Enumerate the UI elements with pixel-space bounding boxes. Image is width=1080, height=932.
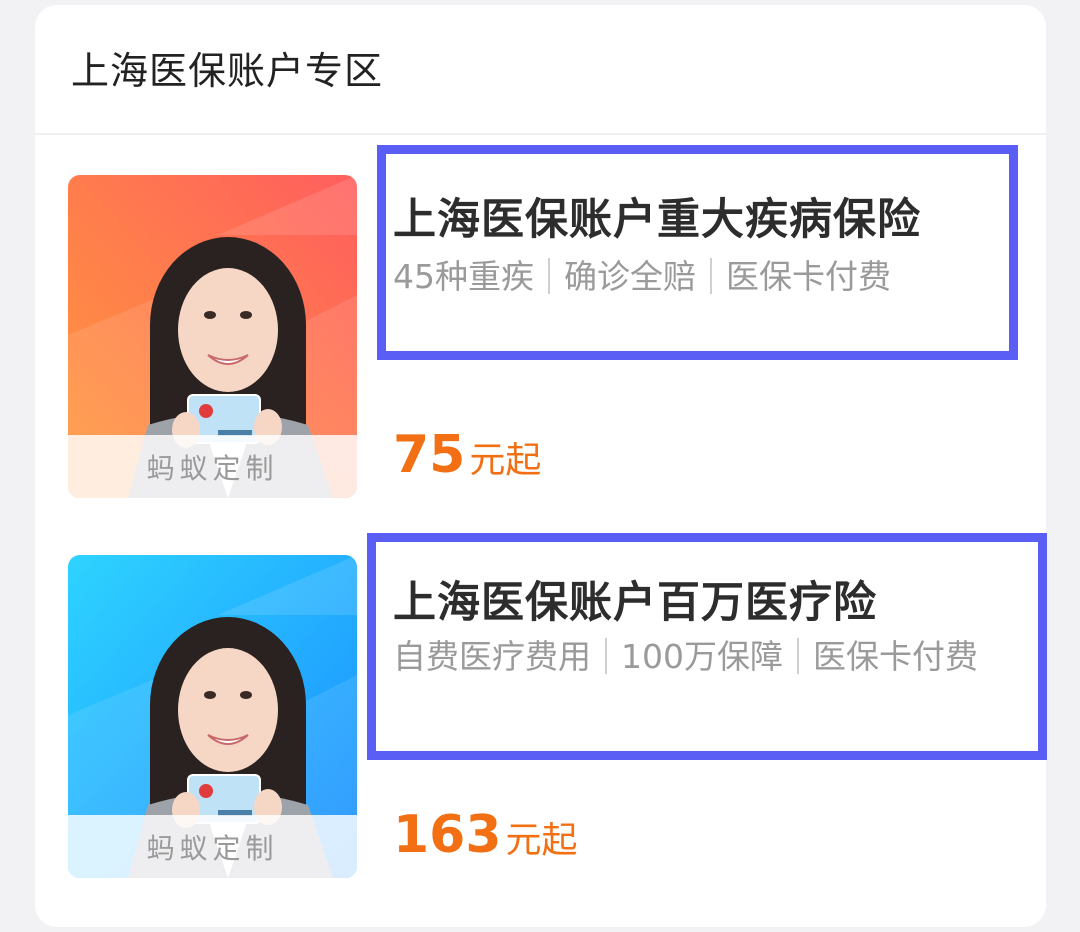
divider xyxy=(35,133,1046,135)
brand-badge: 蚂蚁定制 xyxy=(68,815,357,878)
feature-tag: 自费医疗费用 xyxy=(393,637,591,676)
product-title[interactable]: 上海医保账户百万医疗险 xyxy=(393,568,877,630)
feature-tag: 确诊全赔 xyxy=(564,257,696,296)
product-price: 75 元起 xyxy=(393,425,541,485)
feature-tag: 医保卡付费 xyxy=(726,257,891,296)
product-features: 45种重疾 确诊全赔 医保卡付费 xyxy=(393,255,993,299)
price-value: 163 xyxy=(393,805,502,865)
feature-tag: 医保卡付费 xyxy=(813,637,978,676)
feature-separator xyxy=(797,638,799,674)
product-price: 163 元起 xyxy=(393,805,578,865)
brand-label: 蚂蚁定制 xyxy=(146,831,279,865)
product-thumbnail[interactable]: 蚂蚁定制 xyxy=(68,555,357,878)
brand-label: 蚂蚁定制 xyxy=(146,451,279,485)
section-title: 上海医保账户专区 xyxy=(71,49,384,93)
price-value: 75 xyxy=(393,425,466,485)
product-features: 自费医疗费用 100万保障 医保卡付费 xyxy=(393,635,1033,679)
feature-separator xyxy=(548,258,550,294)
feature-separator xyxy=(710,258,712,294)
product-item-million-medical[interactable]: 蚂蚁定制 上海医保账户百万医疗险 自费医疗费用 100万保障 医保卡付费 163 元起 xyxy=(35,525,1047,878)
feature-separator xyxy=(605,638,607,674)
product-title[interactable]: 上海医保账户重大疾病保险 xyxy=(393,185,921,247)
feature-tag: 100万保障 xyxy=(621,637,783,676)
price-unit: 元起 xyxy=(469,440,542,481)
brand-badge: 蚂蚁定制 xyxy=(68,435,357,498)
insurance-zone-card: 上海医保账户专区 蚂蚁定制 上海医保账户重大疾病保险 45种重疾 确诊全赔 医保… xyxy=(35,5,1047,927)
feature-tag: 45种重疾 xyxy=(393,257,534,296)
product-thumbnail[interactable]: 蚂蚁定制 xyxy=(68,175,357,498)
highlight-box xyxy=(377,145,1018,360)
product-item-critical-illness[interactable]: 蚂蚁定制 上海医保账户重大疾病保险 45种重疾 确诊全赔 医保卡付费 75 元起 xyxy=(35,145,1046,498)
price-unit: 元起 xyxy=(505,820,578,861)
